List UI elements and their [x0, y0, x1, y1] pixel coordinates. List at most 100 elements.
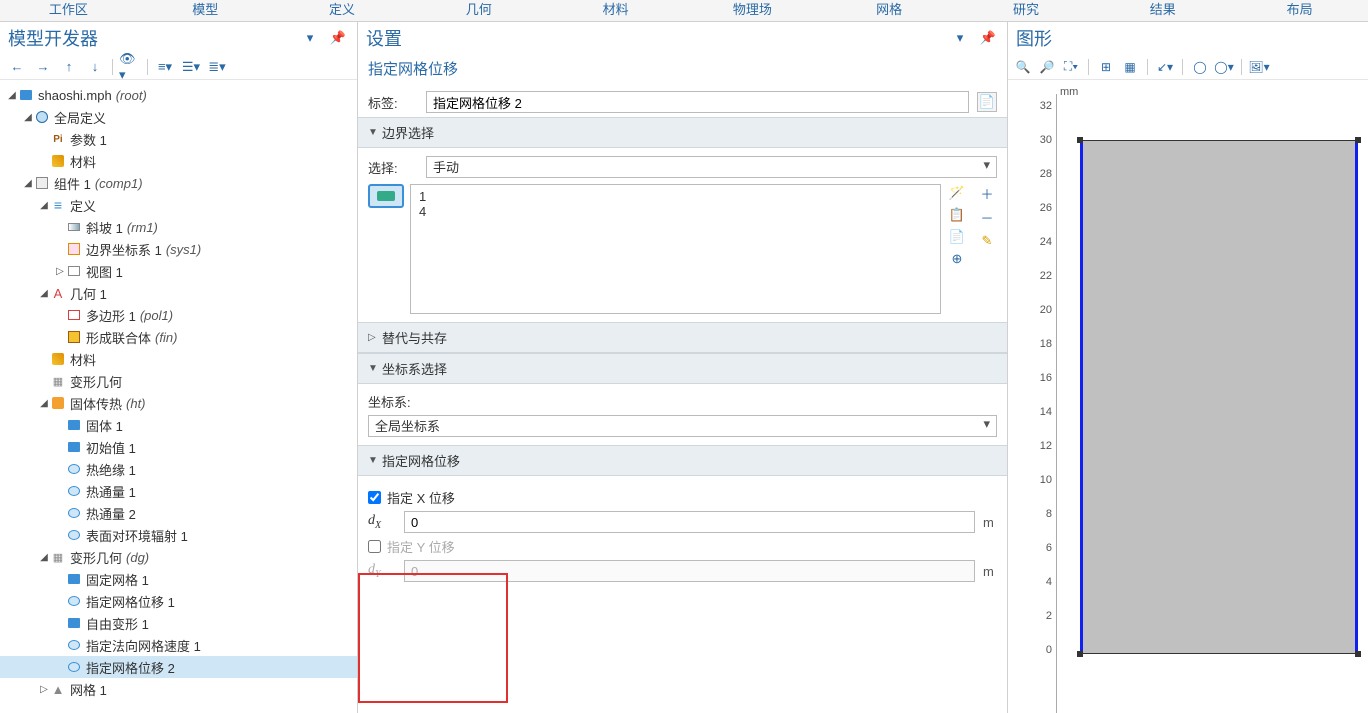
- select-edit-icon[interactable]: ✎: [977, 232, 997, 250]
- nav-up-icon[interactable]: ↑: [58, 57, 80, 77]
- zoom-box-icon[interactable]: ⛶▾: [1060, 57, 1082, 77]
- tree-surface-radiation[interactable]: 表面对环境辐射 1: [0, 524, 357, 546]
- filter-icon[interactable]: ≣▾: [206, 57, 228, 77]
- panel-pin-icon[interactable]: 📌: [327, 28, 349, 48]
- tree-fixed-mesh[interactable]: 固定网格 1: [0, 568, 357, 590]
- tree-definitions[interactable]: ◢≡ 定义: [0, 194, 357, 216]
- nav-fwd-icon[interactable]: →: [32, 57, 54, 77]
- select-add-icon[interactable]: ＋: [977, 184, 997, 202]
- tree-global-def[interactable]: ◢ 全局定义: [0, 106, 357, 128]
- selected-boundary-4[interactable]: [1355, 140, 1358, 654]
- checkbox-y-disp[interactable]: 指定 Y 位移: [368, 537, 455, 556]
- tree-prescribed-mesh-disp-2[interactable]: 指定网格位移 2: [0, 656, 357, 678]
- nav-back-icon[interactable]: ←: [6, 57, 28, 77]
- tree-view[interactable]: ▷ 视图 1: [0, 260, 357, 282]
- selection-item-4[interactable]: 4: [419, 204, 932, 219]
- y-tick: 26: [1040, 202, 1052, 214]
- top-tab-layout[interactable]: 布局: [1231, 0, 1368, 21]
- select-zoom-icon[interactable]: ⊕: [947, 250, 967, 268]
- select-paste-icon[interactable]: 📄: [947, 228, 967, 246]
- sel-mode2-icon[interactable]: ◯▾: [1213, 57, 1235, 77]
- selection-item-1[interactable]: 1: [419, 189, 932, 204]
- select-remove-icon[interactable]: －: [977, 208, 997, 226]
- tree-form-union[interactable]: 形成联合体 (fin): [0, 326, 357, 348]
- selection-activate-toggle[interactable]: [368, 184, 404, 208]
- geometry-domain[interactable]: [1080, 140, 1358, 654]
- tree-boundary-sys[interactable]: 边界坐标系 1 (sys1): [0, 238, 357, 260]
- tree-prescribed-mesh-disp-1[interactable]: 指定网格位移 1: [0, 590, 357, 612]
- tree-free-deformation[interactable]: 自由变形 1: [0, 612, 357, 634]
- selected-boundary-1[interactable]: [1080, 140, 1083, 654]
- section-coord-sys[interactable]: ▼坐标系选择: [358, 353, 1007, 384]
- settings-menu-icon[interactable]: ▾: [949, 28, 971, 48]
- graphics-canvas[interactable]: mm 32 30 28 26 24 22 20 18 16 14 12 10 8…: [1008, 80, 1368, 713]
- select-copy-icon[interactable]: 📋: [947, 206, 967, 224]
- section-prescribed-disp[interactable]: ▼指定网格位移: [358, 445, 1007, 476]
- zoom-extents-icon[interactable]: ⊞: [1095, 57, 1117, 77]
- tree-polygon[interactable]: 多边形 1 (pol1): [0, 304, 357, 326]
- settings-header: 设置 ▾ 📌: [358, 22, 1007, 54]
- section-override[interactable]: ▷替代与共存: [358, 322, 1007, 353]
- tree-mesh[interactable]: ▷▲ 网格 1: [0, 678, 357, 700]
- tree-normal-mesh-velocity[interactable]: 指定法向网格速度 1: [0, 634, 357, 656]
- axis-icon[interactable]: ↙▾: [1154, 57, 1176, 77]
- top-tab-model[interactable]: 模型: [137, 0, 274, 21]
- top-tab-physics[interactable]: 物理场: [684, 0, 821, 21]
- tree-heat-flux-2[interactable]: 热通量 2: [0, 502, 357, 524]
- top-tab-workspace[interactable]: 工作区: [0, 0, 137, 21]
- tree-ramp[interactable]: 斜坡 1 (rm1): [0, 216, 357, 238]
- zoom-out-icon[interactable]: 🔎: [1036, 57, 1058, 77]
- tree-parameters[interactable]: Pi 参数 1: [0, 128, 357, 150]
- sel-mode-icon[interactable]: ◯: [1189, 57, 1211, 77]
- y-tick: 30: [1040, 134, 1052, 146]
- geom-vertex[interactable]: [1077, 137, 1083, 143]
- tree-heat-flux-1[interactable]: 热通量 1: [0, 480, 357, 502]
- tree-global-materials[interactable]: 材料: [0, 150, 357, 172]
- tree-component[interactable]: ◢ 组件 1 (comp1): [0, 172, 357, 194]
- top-tab-geometry[interactable]: 几何: [410, 0, 547, 21]
- panel-menu-icon[interactable]: ▾: [299, 28, 321, 48]
- y-tick: 6: [1046, 542, 1052, 554]
- tree-initial-values[interactable]: 初始值 1: [0, 436, 357, 458]
- geom-vertex[interactable]: [1355, 137, 1361, 143]
- tree-geometry[interactable]: ◢A 几何 1: [0, 282, 357, 304]
- checkbox-x-disp[interactable]: 指定 X 位移: [368, 488, 455, 507]
- expand-icon[interactable]: ☰▾: [180, 57, 202, 77]
- geom-vertex[interactable]: [1355, 651, 1361, 657]
- tree-root[interactable]: ◢ shaoshi.mph (root): [0, 84, 357, 106]
- section-boundary-selection[interactable]: ▼边界选择: [358, 117, 1007, 148]
- settings-pin-icon[interactable]: 📌: [977, 28, 999, 48]
- nav-down-icon[interactable]: ↓: [84, 57, 106, 77]
- tree-comp-materials[interactable]: 材料: [0, 348, 357, 370]
- top-tab-study[interactable]: 研究: [958, 0, 1095, 21]
- tree-thermal-insulation[interactable]: 热绝缘 1: [0, 458, 357, 480]
- coord-sys-label: 坐标系:: [368, 392, 997, 411]
- tree-solid[interactable]: 固体 1: [0, 414, 357, 436]
- tree-deformed-geom-2[interactable]: ◢▦ 变形几何 (dg): [0, 546, 357, 568]
- top-tab-mesh[interactable]: 网格: [821, 0, 958, 21]
- checkbox-y-disp-input[interactable]: [368, 540, 381, 553]
- tree-deformed-geom-1[interactable]: ▦ 变形几何: [0, 370, 357, 392]
- show-icon[interactable]: 👁▾: [119, 57, 141, 77]
- selection-list[interactable]: 1 4: [410, 184, 941, 314]
- y-tick: 12: [1040, 440, 1052, 452]
- label-row: 标签: 📄: [358, 87, 1007, 117]
- y-tick: 32: [1040, 100, 1052, 112]
- geom-vertex[interactable]: [1077, 651, 1083, 657]
- label-input[interactable]: [426, 91, 969, 113]
- snapshot-icon[interactable]: 🖼▾: [1248, 57, 1270, 77]
- coord-sys-dropdown[interactable]: 全局坐标系: [368, 415, 997, 437]
- collapse-icon[interactable]: ≡▾: [154, 57, 176, 77]
- dx-input[interactable]: [404, 511, 975, 533]
- select-wand-icon[interactable]: 🪄: [947, 184, 967, 202]
- label-tag-button[interactable]: 📄: [977, 92, 997, 112]
- checkbox-x-disp-input[interactable]: [368, 491, 381, 504]
- top-tab-definitions[interactable]: 定义: [274, 0, 411, 21]
- zoom-in-icon[interactable]: 🔍: [1012, 57, 1034, 77]
- top-tab-results[interactable]: 结果: [1094, 0, 1231, 21]
- tree-heat-transfer[interactable]: ◢ 固体传热 (ht): [0, 392, 357, 414]
- zoom-sel-icon[interactable]: ▦: [1119, 57, 1141, 77]
- model-tree[interactable]: ◢ shaoshi.mph (root) ◢ 全局定义 Pi 参数 1 材料 ◢…: [0, 80, 357, 713]
- top-tab-materials[interactable]: 材料: [547, 0, 684, 21]
- selection-dropdown[interactable]: 手动: [426, 156, 997, 178]
